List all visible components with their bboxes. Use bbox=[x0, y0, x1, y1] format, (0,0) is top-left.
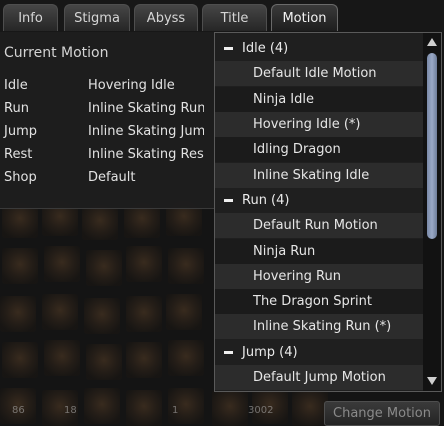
motion-item[interactable]: Default Run Motion bbox=[215, 213, 424, 238]
tab-motion[interactable]: Motion bbox=[271, 4, 338, 31]
motion-item-label: The Dragon Sprint bbox=[253, 294, 373, 309]
tab-title[interactable]: Title bbox=[202, 4, 267, 31]
motion-item[interactable]: Default Jump Motion bbox=[215, 365, 424, 390]
motion-item-label: Default Run Motion bbox=[253, 218, 378, 233]
motion-item[interactable]: Ninja Idle bbox=[215, 87, 424, 112]
motion-window: 86 18 1 3002 Info Stigma Abyss Title Mot… bbox=[0, 0, 444, 426]
motion-value-run: Inline Skating Run bbox=[88, 101, 204, 116]
motion-item[interactable]: Idling Dragon bbox=[215, 137, 424, 162]
motion-list: Idle (4) Default Idle Motion Ninja Idle … bbox=[214, 32, 442, 392]
motion-item-label: Default Idle Motion bbox=[253, 66, 377, 81]
inventory-slot bbox=[86, 250, 122, 286]
triangle-up-icon[interactable] bbox=[427, 38, 437, 46]
inventory-slot bbox=[212, 390, 248, 426]
inventory-slot bbox=[292, 390, 328, 426]
minus-icon[interactable] bbox=[224, 199, 233, 202]
motion-label-rest: Rest bbox=[4, 147, 33, 162]
inventory-slot bbox=[44, 340, 80, 376]
inventory-count: 3002 bbox=[248, 405, 274, 416]
inventory-slot bbox=[2, 248, 38, 284]
motion-value-shop: Default bbox=[88, 170, 136, 185]
motion-item-label: Ninja Run bbox=[253, 244, 316, 259]
inventory-slot bbox=[126, 246, 162, 282]
minus-icon[interactable] bbox=[224, 351, 233, 354]
motion-group-idle[interactable]: Idle (4) bbox=[215, 36, 424, 61]
motion-item-label: Ninja Idle bbox=[253, 92, 314, 107]
inventory-slot bbox=[42, 294, 78, 330]
motion-group-run[interactable]: Run (4) bbox=[215, 188, 424, 213]
motion-item[interactable]: Inline Skating Idle bbox=[215, 163, 424, 188]
inventory-count: 86 bbox=[12, 405, 25, 416]
change-motion-button[interactable]: Change Motion bbox=[324, 401, 440, 426]
motion-value-idle: Hovering Idle bbox=[88, 78, 175, 93]
motion-label-jump: Jump bbox=[4, 124, 37, 139]
motion-value-jump: Inline Skating Jump bbox=[88, 124, 204, 139]
inventory-slot bbox=[126, 342, 162, 378]
group-label: Jump (4) bbox=[242, 345, 298, 360]
inventory-slot bbox=[86, 344, 122, 380]
current-motion-panel: Current Motion Idle Hovering Idle Run In… bbox=[0, 32, 215, 209]
motion-item-label: Idling Dragon bbox=[253, 142, 341, 157]
inventory-slot bbox=[168, 340, 204, 376]
motion-item-label: Hovering Idle (*) bbox=[253, 117, 361, 132]
motion-label-idle: Idle bbox=[4, 78, 28, 93]
inventory-slot bbox=[84, 388, 120, 424]
tab-abyss[interactable]: Abyss bbox=[134, 4, 198, 31]
scroll-thumb[interactable] bbox=[427, 53, 437, 239]
inventory-slot bbox=[84, 298, 120, 334]
inventory-slot bbox=[166, 294, 202, 330]
tab-info[interactable]: Info bbox=[3, 4, 58, 31]
motion-group-jump[interactable]: Jump (4) bbox=[215, 340, 424, 365]
motion-item-label: Default Jump Motion bbox=[253, 370, 386, 385]
inventory-slot bbox=[126, 296, 162, 332]
motion-item[interactable]: Ninja Run bbox=[215, 239, 424, 264]
inventory-slot bbox=[2, 342, 38, 378]
inventory-slot bbox=[126, 390, 162, 426]
motion-list-scrollbar[interactable] bbox=[423, 33, 441, 391]
motion-label-shop: Shop bbox=[4, 170, 37, 185]
motion-item[interactable]: Inline Skating Run (*) bbox=[215, 314, 424, 339]
tab-bar: Info Stigma Abyss Title Motion bbox=[0, 0, 444, 32]
motion-value-rest: Inline Skating Rest bbox=[88, 147, 204, 162]
motion-item-label: Hovering Run bbox=[253, 269, 341, 284]
inventory-slot bbox=[44, 246, 80, 282]
group-label: Idle (4) bbox=[242, 41, 289, 56]
motion-item-label: Inline Skating Idle bbox=[253, 168, 370, 183]
inventory-slot bbox=[168, 248, 204, 284]
inventory-slot bbox=[82, 204, 118, 240]
triangle-down-icon[interactable] bbox=[427, 377, 437, 385]
motion-label-run: Run bbox=[4, 101, 29, 116]
inventory-slot bbox=[0, 296, 36, 332]
group-label: Run (4) bbox=[242, 193, 290, 208]
motion-item-label: Inline Skating Run (*) bbox=[253, 319, 392, 334]
inventory-count: 18 bbox=[64, 405, 77, 416]
tab-stigma[interactable]: Stigma bbox=[64, 4, 130, 31]
motion-item[interactable]: Default Idle Motion bbox=[215, 61, 424, 86]
inventory-count: 1 bbox=[172, 405, 179, 416]
current-motion-title: Current Motion bbox=[4, 45, 109, 61]
motion-item[interactable]: Hovering Idle (*) bbox=[215, 112, 424, 137]
motion-item[interactable]: The Dragon Sprint bbox=[215, 289, 424, 314]
minus-icon[interactable] bbox=[224, 47, 233, 50]
motion-item[interactable]: Hovering Run bbox=[215, 264, 424, 289]
